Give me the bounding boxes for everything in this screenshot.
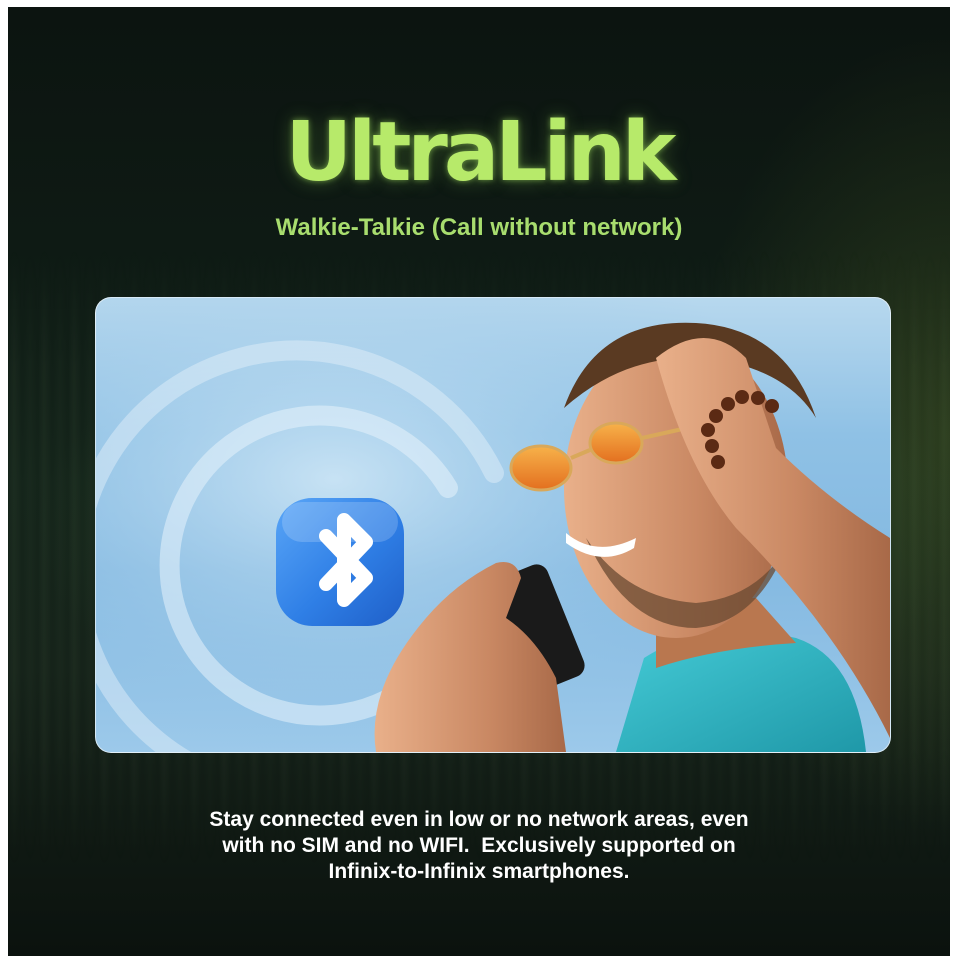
hero-illustration — [96, 298, 890, 752]
description-line-3: Infinix-to-Infinix smartphones. — [328, 860, 630, 883]
product-subtitle: Walkie-Talkie (Call without network) — [275, 214, 683, 241]
product-title: UltraLink — [285, 105, 677, 200]
bluetooth-icon — [276, 498, 404, 626]
feature-description: Stay connected even in low or no network… — [128, 807, 830, 885]
description-line-1: Stay connected even in low or no network… — [209, 808, 749, 831]
promo-banner: UltraLink Walkie-Talkie (Call without ne… — [8, 7, 950, 956]
hero-image — [95, 297, 891, 753]
description-line-2: with no SIM and no WIFI. Exclusively sup… — [222, 834, 736, 857]
